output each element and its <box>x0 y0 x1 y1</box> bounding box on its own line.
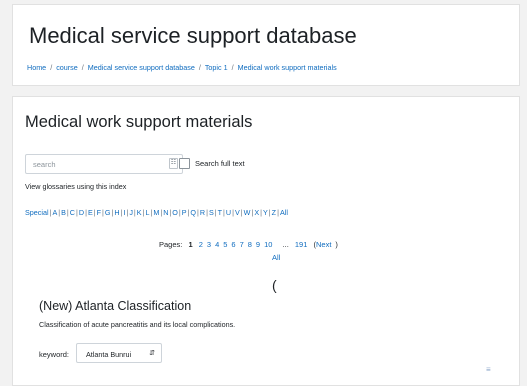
breadcrumb-topic[interactable]: Topic 1 <box>205 63 228 72</box>
alphabet-link-g[interactable]: G <box>105 208 111 217</box>
page-title: Medical work support materials <box>25 113 253 131</box>
entry-description: Classification of acute pancreatitis and… <box>39 320 236 329</box>
chevron-updown-icon: ⇵ <box>149 350 155 357</box>
pagination-page-7[interactable]: 7 <box>240 240 244 249</box>
group-letter: ( <box>272 277 277 293</box>
alphabet-link-special[interactable]: Special <box>25 208 49 217</box>
breadcrumb-database[interactable]: Medical service support database <box>88 63 195 72</box>
alphabet-link-o[interactable]: O <box>172 208 178 217</box>
breadcrumb-home[interactable]: Home <box>27 63 46 72</box>
alphabet-link-f[interactable]: F <box>97 208 101 217</box>
alphabet-separator: | <box>66 208 69 217</box>
alphabet-link-p[interactable]: P <box>182 208 187 217</box>
keyword-label: keyword: <box>39 350 70 359</box>
breadcrumb-current[interactable]: Medical work support materials <box>238 63 337 72</box>
alphabet-link-m[interactable]: M <box>153 208 159 217</box>
search-box: ☷ <box>25 154 183 174</box>
alphabet-index: Special|A|B|C|D|E|F|G|H|I|J|K|L|M|N|O|P|… <box>25 208 288 217</box>
keyword-select-value: Atlanta Bunrui <box>86 350 132 359</box>
search-full-text-label: Search full text <box>195 159 245 168</box>
pagination-ellipsis: ... <box>282 240 289 249</box>
alphabet-link-e[interactable]: E <box>88 208 93 217</box>
alphabet-separator: | <box>197 208 199 217</box>
alphabet-separator: | <box>260 208 262 217</box>
alphabet-link-all[interactable]: All <box>280 208 288 217</box>
alphabet-link-n[interactable]: N <box>163 208 168 217</box>
search-icon[interactable]: ☷ <box>169 158 178 169</box>
alphabet-link-s[interactable]: S <box>209 208 214 217</box>
alphabet-separator: | <box>268 208 271 217</box>
breadcrumb: Home / course / Medical service support data… <box>27 63 337 72</box>
alphabet-separator: | <box>93 208 96 217</box>
pagination-all[interactable]: All <box>272 253 280 262</box>
alphabet-link-q[interactable]: Q <box>190 208 196 217</box>
alphabet-separator: | <box>178 208 181 217</box>
pagination-page-2[interactable]: 2 <box>199 240 203 249</box>
pagination-page-4[interactable]: 4 <box>215 240 219 249</box>
main-card: Medical work support materials ☷ Search … <box>12 96 520 386</box>
pagination-last[interactable]: 191 <box>295 240 308 249</box>
pagination-page-9[interactable]: 9 <box>256 240 260 249</box>
search-full-text-checkbox[interactable] <box>179 158 190 169</box>
alphabet-link-b[interactable]: B <box>61 208 66 217</box>
alphabet-separator: | <box>58 208 61 217</box>
alphabet-separator: | <box>133 208 136 217</box>
alphabet-link-u[interactable]: U <box>226 208 231 217</box>
alphabet-link-d[interactable]: D <box>79 208 84 217</box>
pagination-page-5[interactable]: 5 <box>223 240 227 249</box>
alphabet-separator: | <box>169 208 172 217</box>
header-card: Medical service support database Home / co… <box>12 4 520 86</box>
alphabet-link-v[interactable]: V <box>235 208 240 217</box>
pagination-label: Pages: <box>159 240 183 249</box>
entry-title: (New) Atlanta Classification <box>39 299 192 313</box>
alphabet-link-t[interactable]: T <box>218 208 222 217</box>
pagination-page-6[interactable]: 6 <box>231 240 235 249</box>
alphabet-separator: | <box>102 208 104 217</box>
alphabet-link-l[interactable]: L <box>145 208 149 217</box>
alphabet-separator: | <box>160 208 163 217</box>
collapse-icon[interactable]: ≡ <box>486 365 491 374</box>
alphabet-link-z[interactable]: Z <box>272 208 276 217</box>
search-input[interactable] <box>26 155 164 173</box>
alphabet-separator: | <box>240 208 243 217</box>
alphabet-link-j[interactable]: J <box>129 208 133 217</box>
pagination-page-3[interactable]: 3 <box>207 240 211 249</box>
alphabet-separator: | <box>76 208 78 217</box>
site-title: Medical service support database <box>29 23 357 48</box>
alphabet-separator: | <box>277 208 279 217</box>
alphabet-separator: | <box>223 208 225 217</box>
pagination-page-8[interactable]: 8 <box>248 240 252 249</box>
keyword-select[interactable]: Atlanta Bunrui ⇵ <box>76 343 162 363</box>
alphabet-separator: | <box>214 208 217 217</box>
alphabet-link-k[interactable]: K <box>137 208 142 217</box>
alphabet-link-c[interactable]: C <box>70 208 75 217</box>
alphabet-link-a[interactable]: A <box>52 208 57 217</box>
alphabet-link-w[interactable]: W <box>244 208 251 217</box>
alphabet-link-r[interactable]: R <box>200 208 205 217</box>
pagination-current: 1 <box>188 240 193 249</box>
alphabet-separator: | <box>232 208 234 217</box>
alphabet-separator: | <box>206 208 208 217</box>
alphabet-link-y[interactable]: Y <box>263 208 268 217</box>
alphabet-link-h[interactable]: H <box>114 208 119 217</box>
view-glossaries-label: View glossaries using this index <box>25 182 127 191</box>
pagination-page-10[interactable]: 10 <box>264 240 272 249</box>
alphabet-separator: | <box>85 208 87 217</box>
alphabet-link-x[interactable]: X <box>254 208 259 217</box>
pagination: Pages: 1 2 3 4 5 6 7 8 9 10 ... 191 (Next) <box>159 240 338 249</box>
pagination-next[interactable]: Next <box>316 240 331 249</box>
breadcrumb-course[interactable]: course <box>56 63 78 72</box>
